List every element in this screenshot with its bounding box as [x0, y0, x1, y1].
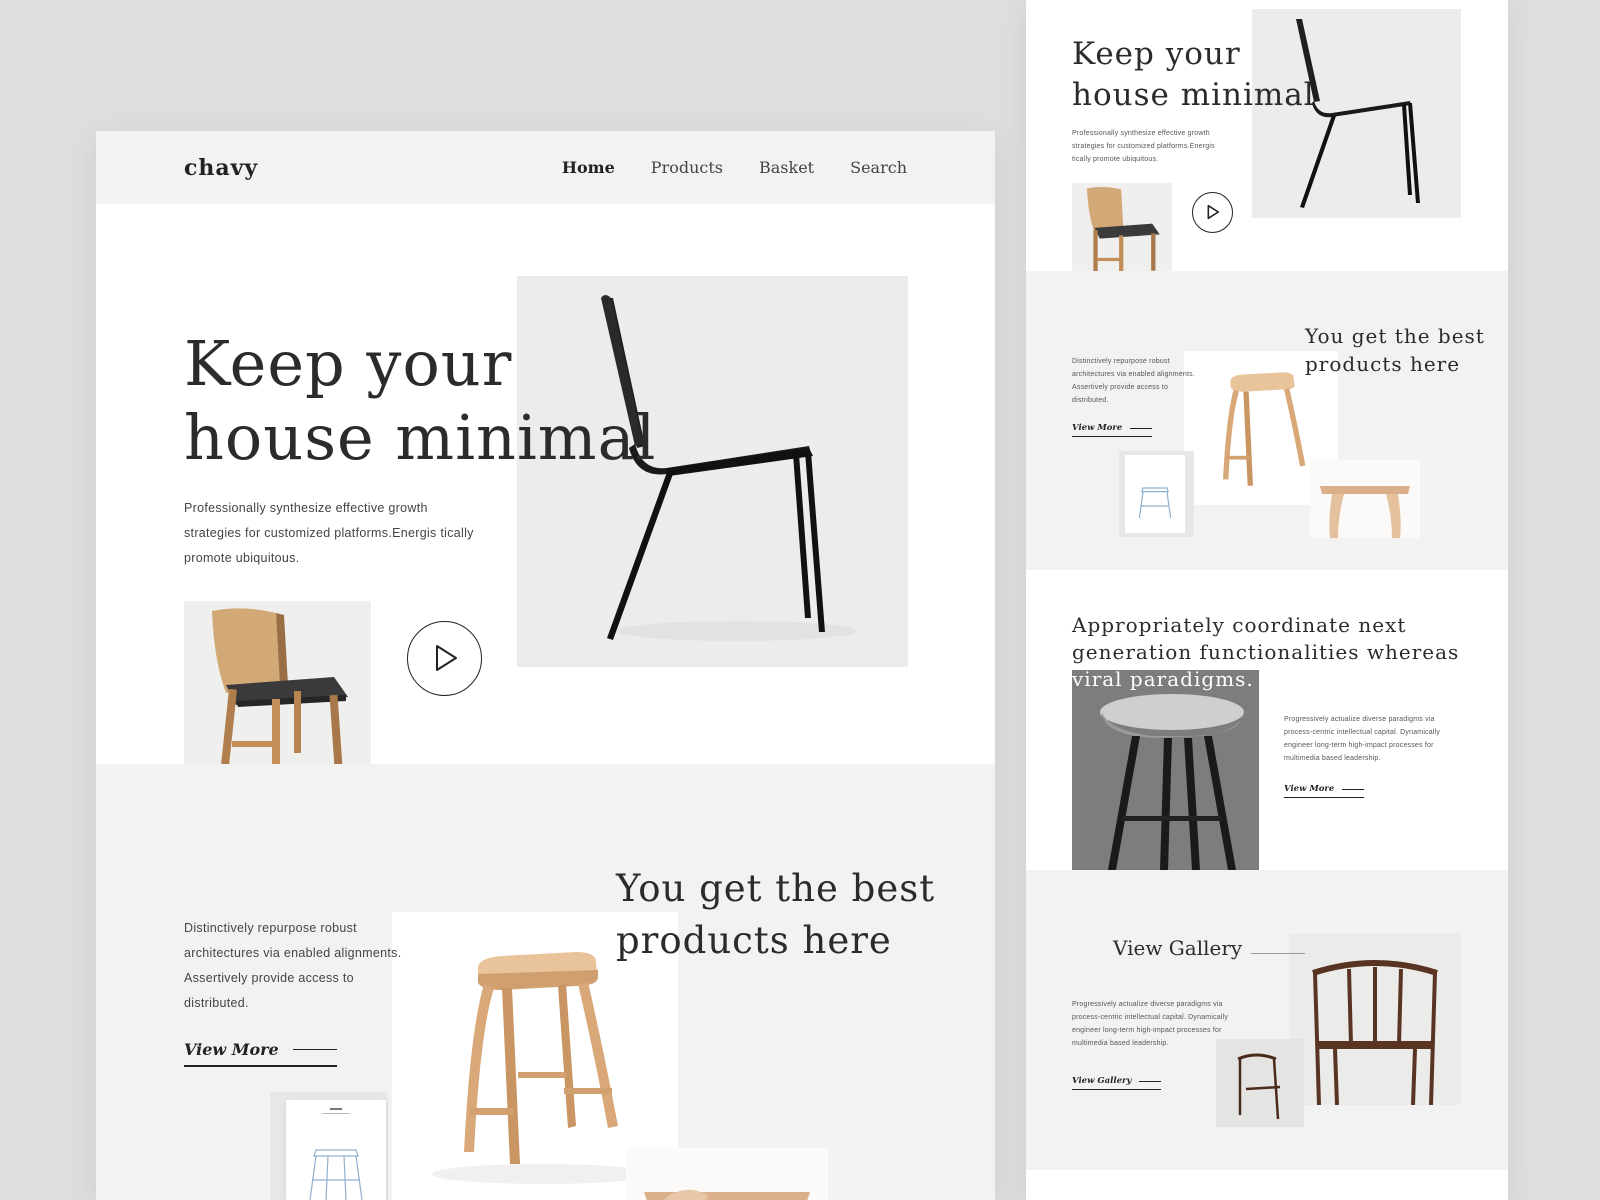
nav-basket[interactable]: Basket	[759, 158, 814, 177]
mini-wood-chair-illustration	[1086, 186, 1160, 282]
products-title-line2: products here	[616, 919, 892, 962]
mini-products-title-line2: products here	[1305, 352, 1461, 376]
mini-stool-seat-image[interactable]	[1310, 460, 1420, 538]
products-title: You get the best products here	[616, 863, 935, 967]
hero-text: Professionally synthesize effective grow…	[184, 501, 474, 565]
mini-products-title-line1: You get the best	[1305, 324, 1485, 348]
mini-view-more-link[interactable]: View More	[1072, 423, 1153, 437]
wood-chair-illustration	[212, 608, 348, 786]
view-more-label: View More	[184, 1040, 279, 1059]
stool-seat-illustration	[644, 1189, 810, 1200]
mini-hero-title-line1: Keep your	[1072, 36, 1241, 72]
logo[interactable]: chavy	[184, 155, 258, 181]
mini-products-title: You get the best products here	[1305, 322, 1485, 378]
hero-title-line2: house minimal	[184, 401, 657, 474]
mini-products-text: Distinctively repurpose robust architect…	[1072, 358, 1195, 404]
gallery-title-line	[1251, 953, 1305, 954]
mini-stool-blueprint-icon	[1138, 487, 1172, 519]
mini-view-more-label: View More	[1072, 423, 1123, 433]
stool-blueprint-icon	[309, 1108, 363, 1200]
mini-link-line	[1130, 427, 1153, 429]
mini-products-section: Distinctively repurpose robust architect…	[1026, 271, 1508, 570]
main-nav: Home Products Basket Search	[562, 158, 907, 177]
stool-seat-image[interactable]	[626, 1148, 828, 1200]
gallery-text: Progressively actualize diverse paradigm…	[1072, 1001, 1229, 1047]
gallery-armchair-illustration	[1312, 960, 1438, 1106]
mini-hero-title: Keep your house minimal	[1072, 34, 1315, 116]
mini-hero-text: Professionally synthesize effective grow…	[1072, 130, 1215, 163]
gallery-small-chair-illustration	[1237, 1053, 1281, 1120]
bar-stool-image[interactable]	[1072, 670, 1259, 870]
wood-chair-thumbnail[interactable]	[184, 601, 371, 788]
gallery-chair-small[interactable]	[1216, 1039, 1304, 1127]
gallery-section: View Gallery Progressively actualize div…	[1026, 870, 1508, 1170]
view-more-link[interactable]: View More	[184, 1040, 337, 1067]
play-icon	[436, 645, 457, 671]
coordinate-link-line	[1342, 788, 1365, 790]
stool-sketch-card[interactable]	[270, 1092, 388, 1200]
mini-hero-title-line2: house minimal	[1072, 77, 1315, 113]
mini-stool-sketch-card[interactable]	[1119, 451, 1194, 537]
site-header: chavy Home Products Basket Search	[96, 131, 995, 204]
hero-title-line1: Keep your	[184, 327, 513, 400]
mini-stool-seat-illustration	[1320, 486, 1410, 538]
products-section: Distinctively repurpose robust architect…	[96, 764, 995, 1200]
coordinate-title-line2: generation functionalities whereas	[1072, 640, 1460, 664]
gallery-link-line	[1139, 1080, 1162, 1082]
nav-home[interactable]: Home	[562, 158, 615, 177]
view-gallery-label: View Gallery	[1072, 1076, 1132, 1086]
bar-stool-illustration	[1072, 670, 1259, 870]
mini-wood-chair-thumbnail[interactable]	[1072, 183, 1172, 283]
mini-play-icon	[1207, 204, 1220, 220]
coordinate-text: Progressively actualize diverse paradigm…	[1284, 716, 1441, 762]
coordinate-view-more-label: View More	[1284, 784, 1335, 794]
products-text: Distinctively repurpose robust architect…	[184, 921, 402, 1010]
hero-title: Keep your house minimal	[184, 327, 656, 475]
products-title-line1: You get the best	[616, 867, 936, 910]
coordinate-view-more-link[interactable]: View More	[1284, 784, 1365, 798]
coordinate-title-line3: viral paradigms.	[1072, 667, 1254, 691]
link-line	[292, 1049, 337, 1050]
gallery-title: View Gallery	[1113, 936, 1243, 960]
nav-search[interactable]: Search	[850, 158, 907, 177]
nav-products[interactable]: Products	[651, 158, 723, 177]
play-video-button[interactable]	[407, 621, 482, 696]
gallery-chair-large[interactable]	[1289, 933, 1461, 1106]
coordinate-title: Appropriately coordinate next generation…	[1072, 612, 1459, 693]
desktop-mockup: chavy Home Products Basket Search Keep y…	[96, 131, 995, 1200]
mini-play-button[interactable]	[1192, 192, 1233, 233]
view-gallery-link[interactable]: View Gallery	[1072, 1076, 1162, 1090]
coordinate-title-line1: Appropriately coordinate next	[1072, 613, 1407, 637]
full-page-mockup: Keep your house minimal Professionally s…	[1026, 0, 1508, 1200]
